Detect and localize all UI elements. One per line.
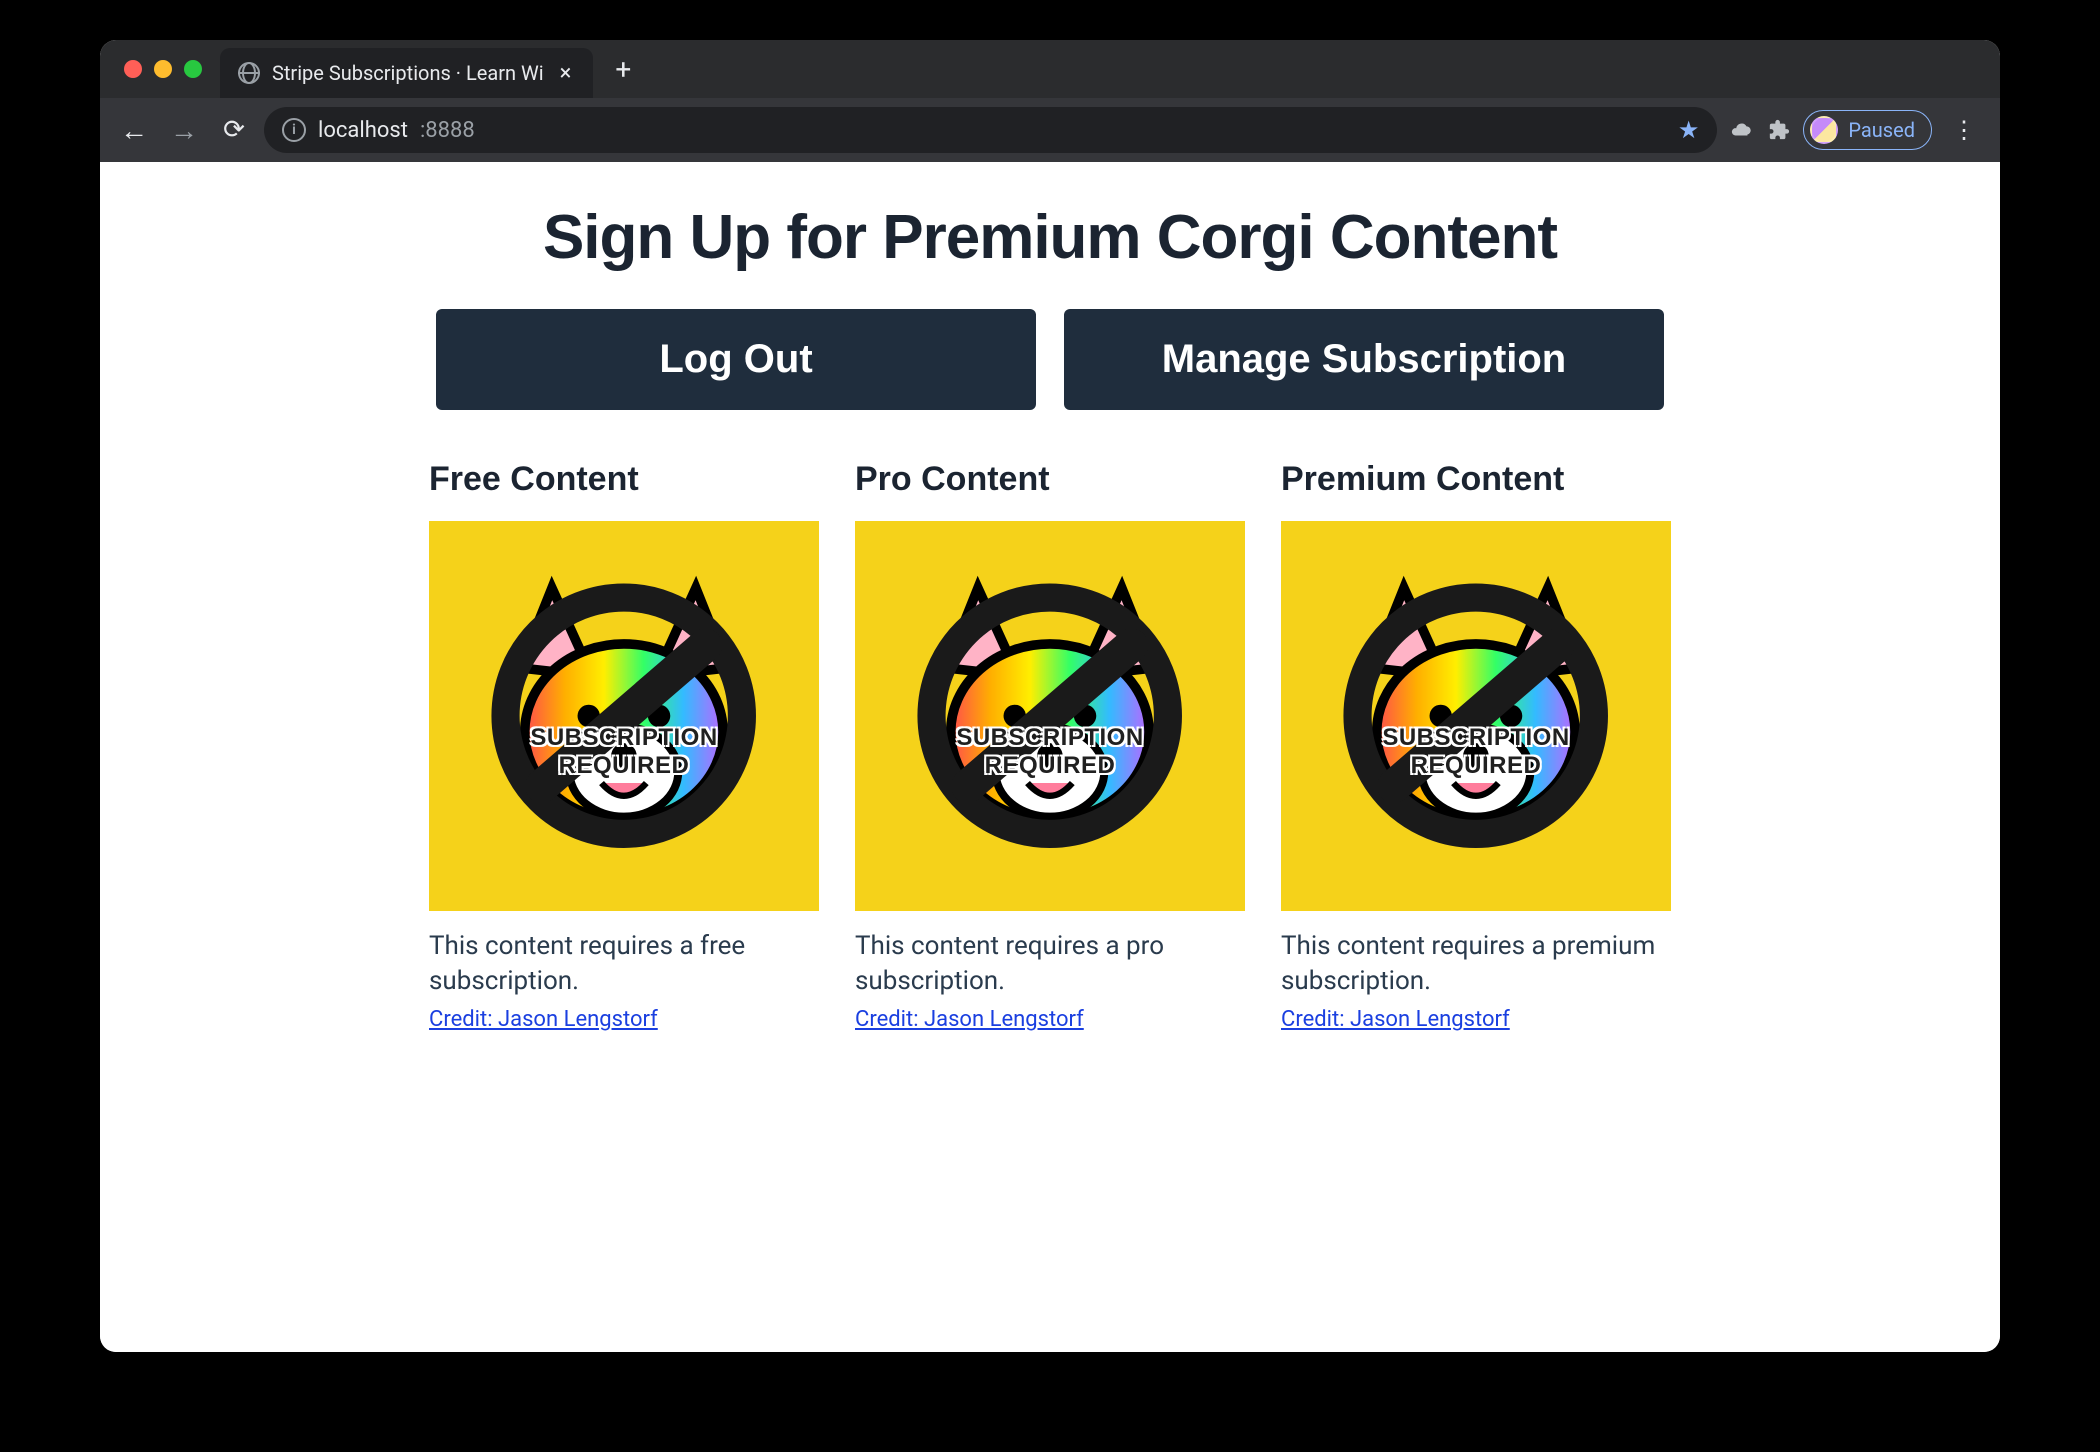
arrow-right-icon [170, 114, 198, 147]
address-bar[interactable]: i localhost :8888 ★ [264, 107, 1717, 153]
extensions-icon[interactable] [1765, 116, 1793, 144]
subscription-required-label: SUBSCRIPTION REQUIRED [890, 724, 1210, 780]
url-host: localhost [318, 118, 408, 143]
profile-chip[interactable]: Paused [1803, 110, 1932, 150]
globe-icon [238, 62, 260, 84]
card-title: Premium Content [1281, 460, 1671, 499]
manage-subscription-button[interactable]: Manage Subscription [1064, 309, 1664, 410]
subscription-required-label: SUBSCRIPTION REQUIRED [1316, 724, 1636, 780]
logout-button[interactable]: Log Out [436, 309, 1036, 410]
prohibit-icon [483, 575, 764, 856]
bookmark-star-icon[interactable]: ★ [1678, 116, 1700, 144]
card-image: SUBSCRIPTION REQUIRED [429, 521, 819, 911]
window-controls [114, 60, 212, 78]
card-description: This content requires a free subscriptio… [429, 929, 819, 999]
back-button[interactable] [114, 110, 154, 150]
reload-icon [223, 115, 245, 145]
action-buttons: Log Out Manage Subscription [160, 309, 1940, 410]
close-tab-button[interactable]: × [556, 61, 576, 86]
browser-window: Stripe Subscriptions · Learn Wi × + i lo… [100, 40, 2000, 1352]
card-pro: Pro Content [855, 460, 1245, 1032]
arrow-left-icon [120, 114, 148, 147]
minimize-window-button[interactable] [154, 60, 172, 78]
card-description: This content requires a premium subscrip… [1281, 929, 1671, 999]
subscription-required-label: SUBSCRIPTION REQUIRED [464, 724, 784, 780]
content-cards: Free Content [160, 460, 1940, 1032]
new-tab-button[interactable]: + [601, 53, 645, 86]
titlebar: Stripe Subscriptions · Learn Wi × + [100, 40, 2000, 98]
credit-link[interactable]: Credit: Jason Lengstorf [1281, 1007, 1510, 1032]
card-image: SUBSCRIPTION REQUIRED [855, 521, 1245, 911]
close-window-button[interactable] [124, 60, 142, 78]
forward-button[interactable] [164, 110, 204, 150]
menu-button[interactable]: ⋮ [1942, 116, 1986, 144]
reload-button[interactable] [214, 110, 254, 150]
avatar-icon [1810, 116, 1838, 144]
page-title: Sign Up for Premium Corgi Content [160, 202, 1940, 273]
card-title: Pro Content [855, 460, 1245, 499]
credit-link[interactable]: Credit: Jason Lengstorf [429, 1007, 658, 1032]
card-description: This content requires a pro subscription… [855, 929, 1245, 999]
toolbar: i localhost :8888 ★ Paused ⋮ [100, 98, 2000, 162]
site-info-icon[interactable]: i [282, 118, 306, 142]
card-premium: Premium Content [1281, 460, 1671, 1032]
credit-link[interactable]: Credit: Jason Lengstorf [855, 1007, 1084, 1032]
cloud-icon[interactable] [1727, 116, 1755, 144]
profile-status: Paused [1848, 118, 1915, 142]
card-free: Free Content [429, 460, 819, 1032]
browser-tab[interactable]: Stripe Subscriptions · Learn Wi × [220, 48, 593, 98]
prohibit-icon [909, 575, 1190, 856]
page-content: Sign Up for Premium Corgi Content Log Ou… [100, 162, 2000, 1352]
tab-title: Stripe Subscriptions · Learn Wi [272, 61, 544, 85]
card-image: SUBSCRIPTION REQUIRED [1281, 521, 1671, 911]
prohibit-icon [1335, 575, 1616, 856]
card-title: Free Content [429, 460, 819, 499]
maximize-window-button[interactable] [184, 60, 202, 78]
url-port: :8888 [420, 118, 475, 143]
